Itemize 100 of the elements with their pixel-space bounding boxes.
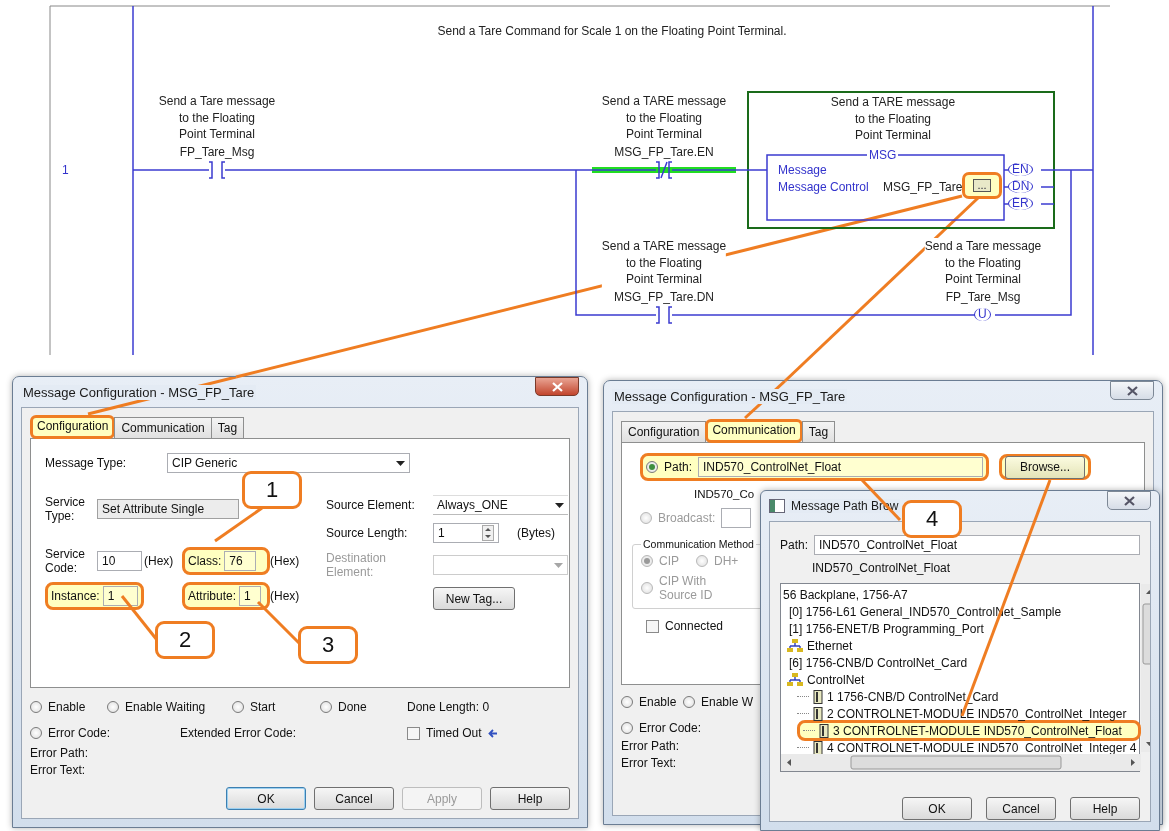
option-label: Error Code: (639, 721, 702, 735)
rung-comment: Send a Tare Command for Scale 1 on the Floating Point Terminal. (436, 24, 788, 38)
checkbox[interactable] (646, 619, 659, 633)
radio-button[interactable] (696, 555, 708, 567)
field-label: Instance: (51, 588, 100, 603)
dropdown[interactable]: Always_ONE (433, 495, 568, 515)
field-label: Service Type: (45, 495, 86, 524)
radio-button[interactable] (320, 701, 332, 713)
dropdown[interactable]: Set Attribute Single (97, 499, 239, 520)
dialog-button[interactable]: Help (490, 787, 570, 810)
spin-arrows-icon[interactable] (482, 525, 494, 541)
callout-number: 1 (242, 471, 302, 509)
item-label: Ethernet (807, 638, 853, 653)
operand-label: Message (778, 163, 827, 177)
tree-item[interactable]: Ethernet (787, 637, 1141, 654)
field-label: Broadcast: (658, 511, 716, 525)
normally-open-contact[interactable] (655, 306, 673, 324)
browse-button[interactable]: Browse... (1005, 455, 1086, 479)
item-label: [6] 1756-CNB/D ControlNet_Card (789, 655, 968, 670)
instruction-name: MSG (867, 148, 899, 162)
tab[interactable]: Tag (801, 421, 836, 442)
arrow-icon (487, 728, 498, 738)
tree-item[interactable]: [6] 1756-CNB/D ControlNet_Card (789, 654, 1141, 671)
tag-name: MSG_FP_Tare.DN (614, 290, 714, 304)
dialog-button[interactable]: OK (226, 787, 306, 810)
browse-button[interactable]: ... (962, 172, 1002, 199)
operand-value: MSG_FP_Tare (883, 180, 963, 194)
field-label: Source Length: (326, 526, 409, 540)
input-field[interactable]: 1 (102, 585, 138, 606)
tab[interactable]: Configuration (621, 421, 707, 442)
group-label: Communication Method (642, 538, 755, 550)
input-field[interactable]: 10 (97, 550, 142, 571)
radio-button[interactable] (641, 555, 653, 567)
resolved-path: IND570_ControlNet_Float (812, 561, 952, 575)
unit-label: (Hex) (270, 553, 301, 568)
close-button[interactable] (1107, 491, 1151, 510)
field-label: Class: (188, 553, 222, 568)
radio-button[interactable] (683, 696, 695, 708)
tab[interactable]: Tag (210, 417, 245, 438)
callout-number: 2 (155, 621, 215, 659)
network-icon (787, 672, 803, 687)
field-label: Error Path: (621, 739, 680, 753)
callout-number: 3 (298, 626, 358, 664)
dropdown[interactable]: CIP Generic (167, 453, 410, 473)
radio-button[interactable] (30, 727, 42, 739)
close-button[interactable] (1110, 381, 1154, 400)
tree-item[interactable]: 2 CONTROLNET-MODULE IND570_ControlNet_Integer (797, 705, 1141, 722)
tab[interactable]: Communication (705, 419, 803, 443)
new-tag-button[interactable]: New Tag... (433, 587, 515, 610)
done-length-label: Done Length: 0 (407, 700, 491, 714)
normally-closed-contact[interactable] (655, 161, 673, 179)
dialog-button[interactable]: Help (1070, 797, 1140, 820)
input-field[interactable]: 1 (239, 585, 262, 606)
close-icon (551, 381, 563, 392)
input-field[interactable]: 76 (224, 550, 257, 571)
input-field[interactable]: IND570_ControlNet_Float (814, 535, 1140, 555)
radio-button[interactable] (646, 461, 658, 473)
operand-label: Message Control (778, 180, 869, 194)
item-label: [1] 1756-ENET/B Programming_Port (789, 621, 984, 636)
radio-button[interactable] (30, 701, 42, 713)
item-label: ControlNet (807, 672, 865, 687)
caret-icon (396, 460, 405, 466)
field-label: Error Path: (30, 746, 89, 760)
tab[interactable]: Communication (114, 417, 212, 438)
checkbox[interactable] (407, 726, 420, 740)
radio-button[interactable] (621, 696, 633, 708)
tree-item[interactable]: 56 Backplane, 1756-A7 (783, 586, 1141, 603)
radio-button[interactable] (232, 701, 244, 713)
input-field[interactable]: IND570_ControlNet_Float (698, 457, 984, 477)
close-button[interactable] (535, 377, 579, 396)
horizontal-scrollbar[interactable] (781, 754, 1141, 771)
tree-item[interactable]: ControlNet (787, 671, 1141, 688)
resolved-path: IND570_Co (694, 488, 755, 500)
tree-item[interactable]: 3 CONTROLNET-MODULE IND570_ControlNet_Float (797, 720, 1141, 741)
unlatch-coil[interactable]: U (974, 308, 991, 321)
tree-item[interactable]: [1] 1756-ENET/B Programming_Port (789, 620, 1141, 637)
dialog-button[interactable]: Cancel (986, 797, 1056, 820)
instruction-description: Send a TARE message to the Floating Point Terminal (601, 238, 727, 288)
field-label: Source Element: (326, 498, 416, 512)
tab[interactable]: Configuration (30, 415, 116, 439)
unit-label: (Hex) (144, 553, 175, 568)
output-coil: ER (1008, 197, 1033, 210)
callout-number: 4 (902, 500, 962, 538)
close-icon (1123, 495, 1135, 506)
option-label: Timed Out (426, 726, 482, 740)
option-label: CIP With Source ID (659, 574, 714, 602)
window-icon (769, 499, 785, 513)
spin-field[interactable]: 1 (433, 523, 499, 543)
input-field[interactable] (721, 508, 752, 528)
unit-label: (Bytes) (517, 526, 555, 540)
field-label: Message Type: (45, 456, 128, 470)
dialog-button[interactable]: Cancel (314, 787, 394, 810)
output-coil: EN (1008, 163, 1033, 176)
radio-button[interactable] (641, 582, 653, 594)
normally-open-contact[interactable] (208, 161, 226, 179)
option-label: Error Code: (48, 726, 111, 740)
radio-button[interactable] (107, 701, 119, 713)
option-label: Done (338, 700, 367, 714)
radio-button[interactable] (621, 722, 633, 734)
dialog-button[interactable]: OK (902, 797, 972, 820)
